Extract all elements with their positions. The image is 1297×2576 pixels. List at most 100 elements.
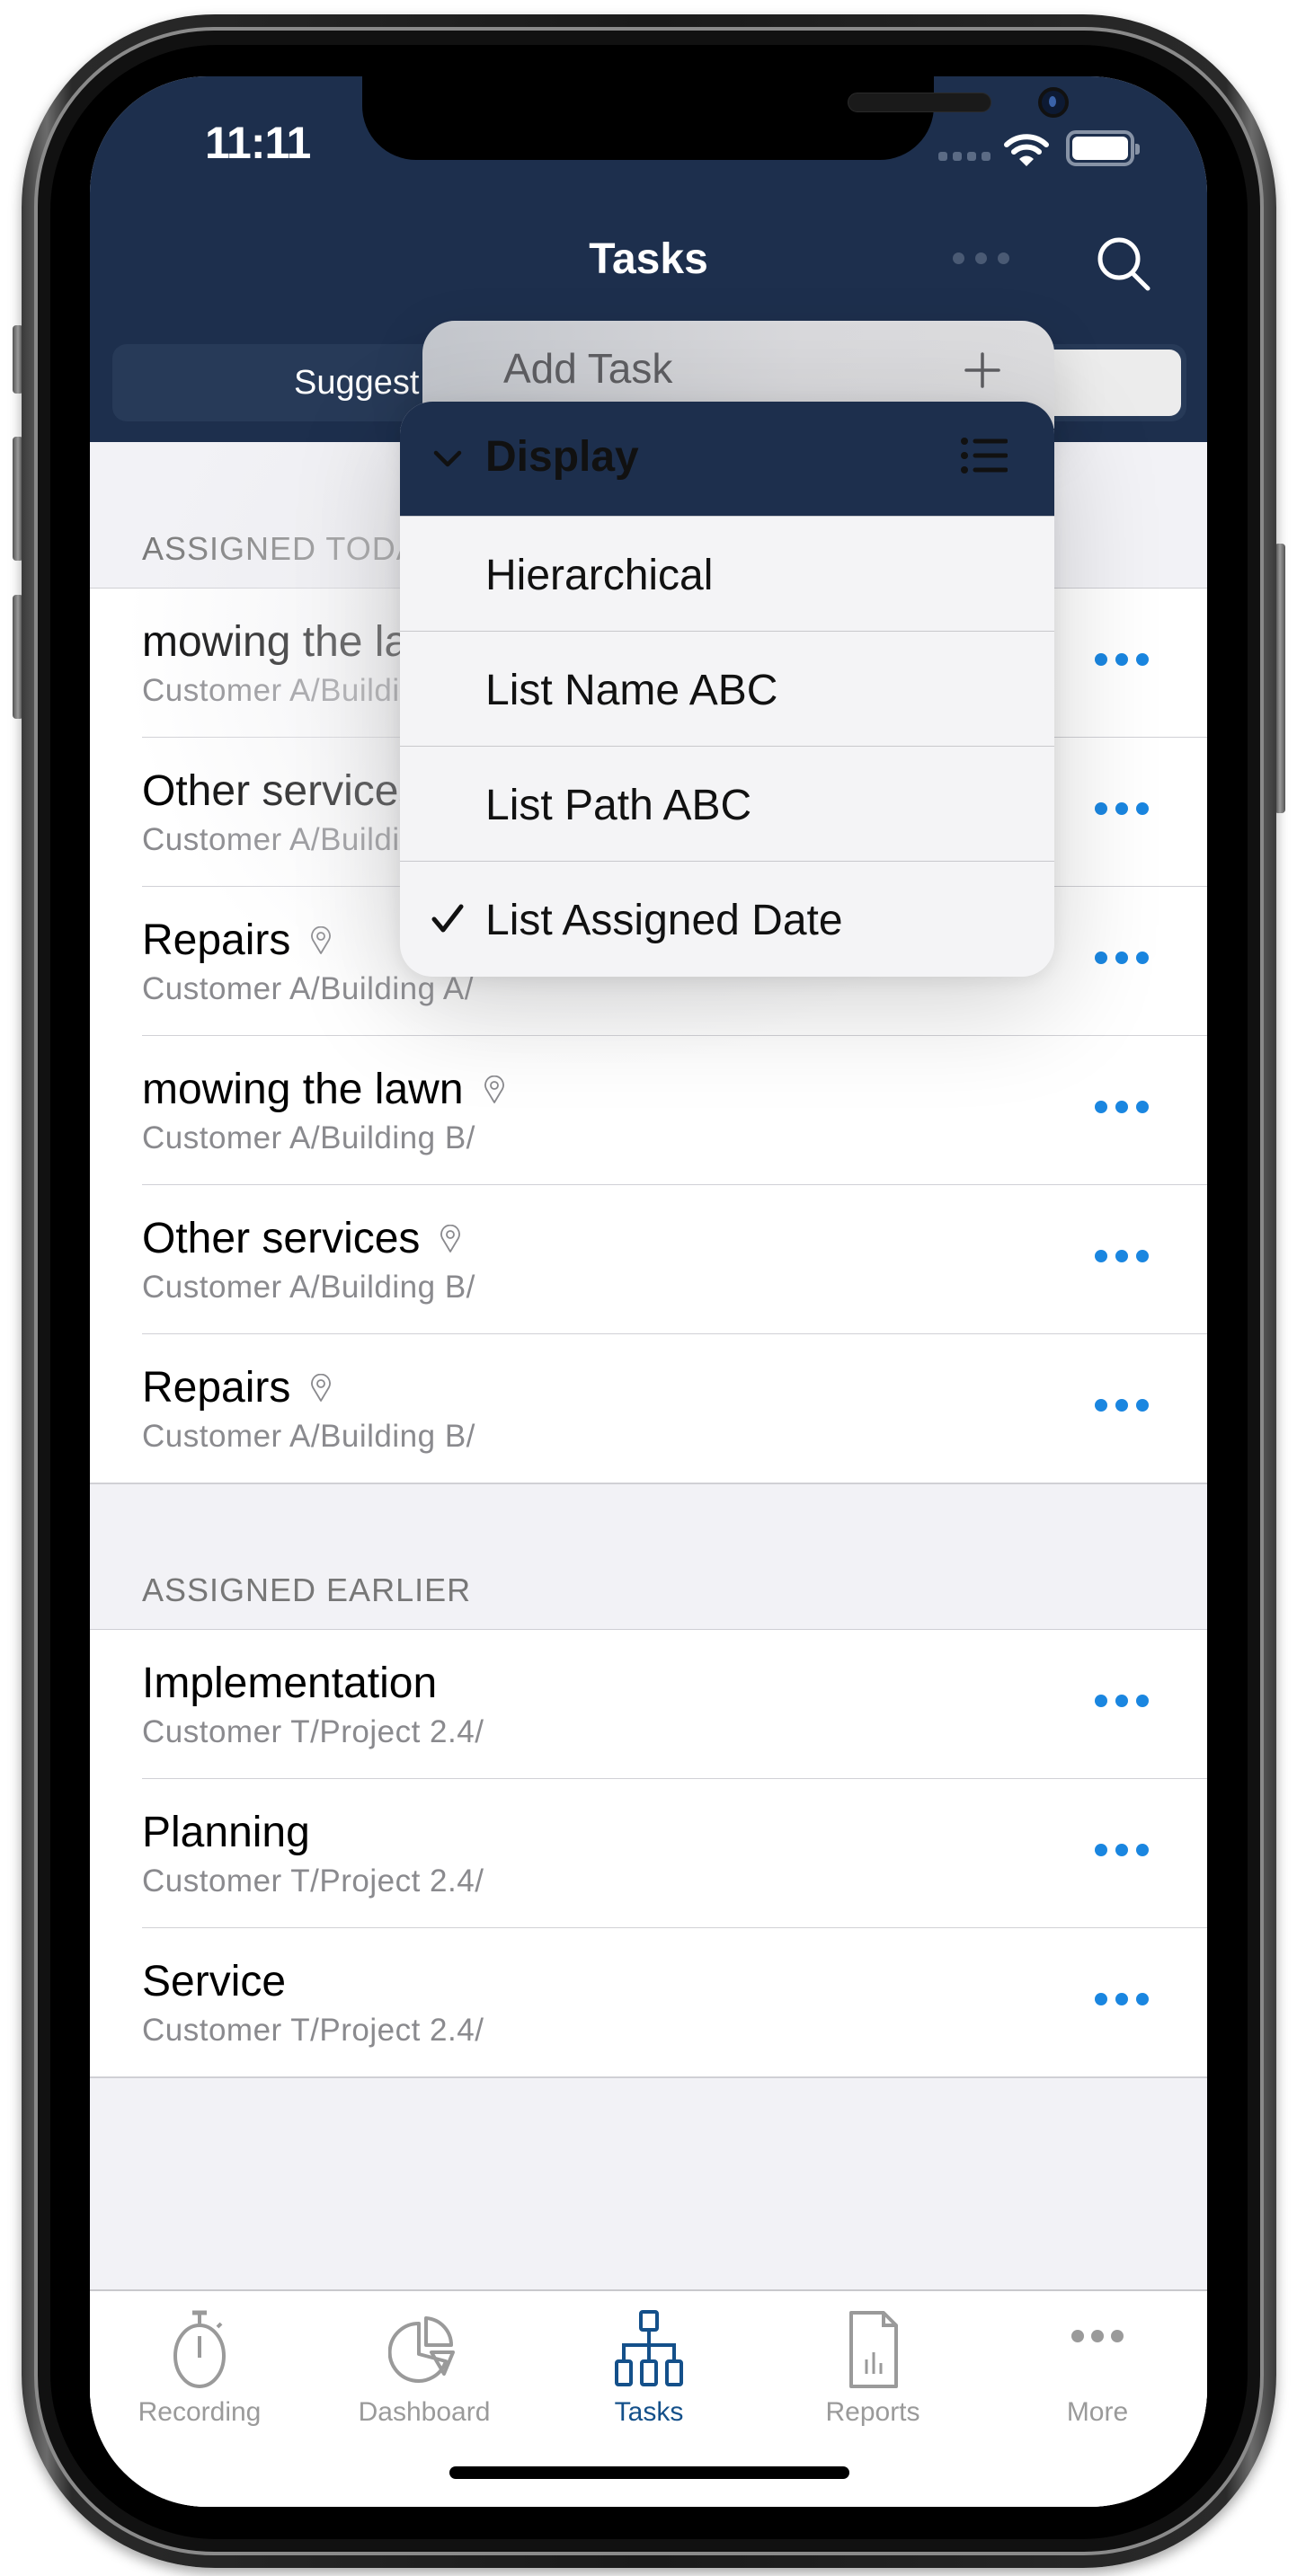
page-title: Tasks	[589, 235, 708, 283]
task-title-text: Repairs	[142, 916, 291, 964]
dot	[1136, 802, 1149, 815]
task-title-text: Other services	[142, 1215, 421, 1262]
location-pin-icon	[311, 925, 332, 954]
dot	[1115, 653, 1128, 666]
tab-more[interactable]: More	[1008, 2309, 1187, 2428]
menu-display-label: Display	[485, 433, 639, 481]
dot	[1136, 1399, 1149, 1412]
task-title: Other services	[142, 1214, 461, 1263]
menu-option-list-name-abc[interactable]: List Name ABC	[400, 632, 1054, 747]
dot	[1136, 1101, 1149, 1113]
menu-option-label: List Name ABC	[485, 667, 778, 714]
task-title: Repairs	[142, 1363, 332, 1412]
chevron-down-icon	[433, 450, 462, 467]
tab-label: More	[1066, 2397, 1129, 2427]
menu-option-list-assigned-date[interactable]: List Assigned Date	[400, 862, 1054, 977]
add-task-label: Add Task	[503, 345, 673, 392]
tab-label: Tasks	[614, 2397, 684, 2427]
task-title: Service	[142, 1957, 286, 2006]
display-menu: Display Hierarchical List Name ABC List …	[400, 402, 1054, 977]
row-more-button[interactable]	[1095, 1101, 1149, 1113]
location-pin-icon	[440, 1224, 461, 1253]
task-title: Repairs	[142, 916, 332, 965]
tab-recording[interactable]: Recording	[110, 2309, 289, 2428]
dot	[1095, 1399, 1107, 1412]
menu-option-label: List Assigned Date	[485, 897, 843, 944]
wifi-icon	[1004, 134, 1049, 166]
report-document-icon	[849, 2311, 898, 2388]
front-camera	[1038, 87, 1069, 118]
row-more-button[interactable]	[1095, 1695, 1149, 1707]
dot	[1095, 1250, 1107, 1262]
row-more-button[interactable]	[1095, 1250, 1149, 1262]
task-title: Implementation	[142, 1659, 437, 1708]
row-more-button[interactable]	[1095, 1844, 1149, 1856]
task-path: Customer T/Project 2.4/	[142, 1714, 484, 1749]
dot	[1095, 1695, 1107, 1707]
dot	[1115, 1101, 1128, 1113]
speaker-grille	[848, 93, 991, 112]
task-row[interactable]: Planning Customer T/Project 2.4/	[90, 1779, 1207, 1928]
task-title-text: Repairs	[142, 1364, 291, 1412]
search-icon[interactable]	[1094, 234, 1155, 297]
task-path: Customer A/Building B/	[142, 1270, 475, 1305]
dot	[1136, 1695, 1149, 1707]
task-row[interactable]: mowing the lawn Customer A/Building B/	[90, 1036, 1207, 1185]
task-row[interactable]: Other services Customer A/Building B/	[90, 1185, 1207, 1334]
row-more-button[interactable]	[1095, 952, 1149, 964]
dot	[1095, 1844, 1107, 1856]
menu-option-label: Hierarchical	[485, 552, 714, 599]
tab-label: Dashboard	[358, 2397, 491, 2427]
dot	[1095, 1101, 1107, 1113]
tab-reports[interactable]: Reports	[783, 2309, 963, 2428]
tab-tasks[interactable]: Tasks	[559, 2309, 739, 2428]
menu-option-list-path-abc[interactable]: List Path ABC	[400, 747, 1054, 862]
row-more-button[interactable]	[1095, 1993, 1149, 2005]
screen: 11:11 Tasks Suggest ASSIGNED TODAY mowin…	[90, 76, 1207, 2507]
task-path: Customer T/Project 2.4/	[142, 1863, 484, 1899]
dot	[1115, 1399, 1128, 1412]
row-more-button[interactable]	[1095, 1399, 1149, 1412]
menu-display-header[interactable]: Display	[400, 402, 1054, 517]
plus-icon	[964, 352, 1000, 388]
location-pin-icon	[484, 1075, 504, 1103]
stopwatch-icon	[173, 2310, 226, 2388]
section-header-label: ASSIGNED EARLIER	[142, 1571, 472, 1608]
task-title: mowing the lawn	[142, 1065, 505, 1114]
status-time: 11:11	[205, 118, 311, 168]
task-title-text: Other services	[142, 767, 421, 815]
task-title-text: mowing the lawn	[142, 1066, 464, 1113]
task-path: Customer A/Building B/	[142, 1419, 475, 1454]
segment-suggested-label: Suggest	[294, 363, 420, 402]
cellular-signal-icon	[938, 152, 991, 161]
pie-chart-icon	[388, 2316, 455, 2383]
dot	[1115, 952, 1128, 964]
tab-dashboard[interactable]: Dashboard	[334, 2309, 514, 2428]
task-row[interactable]: Service Customer T/Project 2.4/	[90, 1928, 1207, 2077]
tab-label: Reports	[825, 2397, 920, 2427]
task-title: Planning	[142, 1808, 310, 1857]
tab-label: Recording	[138, 2397, 262, 2427]
row-more-button[interactable]	[1095, 802, 1149, 815]
dot	[1115, 802, 1128, 815]
row-more-button[interactable]	[1095, 653, 1149, 666]
task-path: Customer T/Project 2.4/	[142, 2013, 484, 2048]
dot	[1095, 653, 1107, 666]
task-row[interactable]: Implementation Customer T/Project 2.4/	[90, 1630, 1207, 1779]
battery-icon	[1066, 130, 1140, 166]
dot	[1136, 1250, 1149, 1262]
menu-option-hierarchical[interactable]: Hierarchical	[400, 517, 1054, 632]
location-pin-icon	[311, 1373, 332, 1402]
dot	[1115, 1993, 1128, 2005]
task-title-text: Implementation	[142, 1660, 438, 1707]
ellipsis-icon	[1071, 2330, 1124, 2342]
dot	[1115, 1844, 1128, 1856]
ellipsis-icon[interactable]	[953, 252, 1009, 264]
task-path: Customer A/Building A/	[142, 971, 474, 1006]
home-indicator[interactable]	[449, 2466, 849, 2479]
hierarchy-icon	[615, 2310, 683, 2386]
task-row[interactable]: Repairs Customer A/Building B/	[90, 1334, 1207, 1483]
menu-option-label: List Path ABC	[485, 782, 752, 829]
dot	[1095, 1993, 1107, 2005]
dot	[1136, 1993, 1149, 2005]
